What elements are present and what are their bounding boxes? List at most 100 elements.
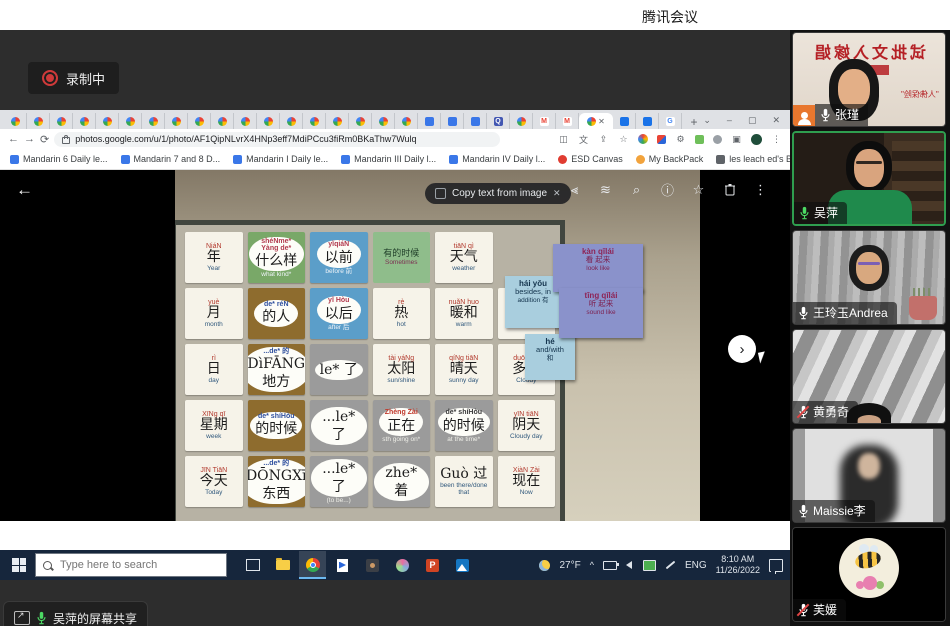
- tab-photos[interactable]: [395, 113, 418, 129]
- participant-tile-wuping[interactable]: 吴萍: [792, 131, 946, 226]
- tab-photos[interactable]: [73, 113, 96, 129]
- bookmark-item[interactable]: ESD Canvas: [558, 154, 623, 164]
- weather-icon[interactable]: [539, 560, 550, 571]
- tab-photos[interactable]: [142, 113, 165, 129]
- minimize-icon[interactable]: –: [727, 115, 732, 126]
- zoom-in-icon[interactable]: ⌕: [629, 182, 644, 197]
- tab-docs[interactable]: [464, 113, 487, 129]
- tab-docs[interactable]: [418, 113, 441, 129]
- bookmark-star-icon[interactable]: ☆: [618, 134, 629, 145]
- tab-photos[interactable]: [257, 113, 280, 129]
- tab-classroom[interactable]: [613, 113, 636, 129]
- bookmark-item[interactable]: Mandarin 6 Daily le...: [10, 154, 108, 164]
- extension-gray-icon[interactable]: [713, 135, 722, 144]
- extension-colorful-icon[interactable]: [638, 134, 648, 144]
- tab-photos[interactable]: [280, 113, 303, 129]
- tab-search-icon[interactable]: ⌄: [703, 115, 711, 126]
- extension-green-icon[interactable]: [695, 135, 704, 144]
- settings-gear-icon[interactable]: ⚙: [675, 134, 686, 145]
- participant-tile-zhang[interactable]: 试批文入嫁娼"人佛保险"张瑾: [792, 32, 946, 127]
- profile-avatar-icon[interactable]: [751, 134, 762, 145]
- bookmark-item[interactable]: Mandarin III Daily l...: [341, 154, 436, 164]
- reload-icon[interactable]: ⟳: [40, 133, 49, 146]
- display-status-icon[interactable]: [643, 560, 656, 571]
- tab-photos[interactable]: [119, 113, 142, 129]
- language-indicator[interactable]: ENG: [685, 560, 707, 571]
- sidepanel-icon[interactable]: ◫: [558, 134, 569, 145]
- tab-photos[interactable]: [303, 113, 326, 129]
- forward-icon[interactable]: →: [24, 133, 35, 145]
- share-icon[interactable]: ⪡: [567, 182, 582, 197]
- photo-back-icon[interactable]: ←: [16, 180, 33, 200]
- tab-photos[interactable]: [510, 113, 533, 129]
- translate-icon[interactable]: 文: [578, 134, 589, 145]
- tab-photos[interactable]: [326, 113, 349, 129]
- bookmark-item[interactable]: Mandarin 7 and 8 D...: [121, 154, 221, 164]
- tab-photos[interactable]: [50, 113, 73, 129]
- tab-photos[interactable]: [372, 113, 395, 129]
- participant-tile-huang[interactable]: 黄勇奇: [792, 329, 946, 424]
- window-controls[interactable]: ⌄ – ▢ ✕: [703, 115, 790, 129]
- more-icon[interactable]: ⋮: [753, 182, 768, 197]
- star-icon[interactable]: ☆: [691, 182, 706, 197]
- tab-close-icon[interactable]: ✕: [598, 117, 605, 126]
- extension-red-blue-icon[interactable]: [657, 135, 666, 144]
- copy-text-from-image-button[interactable]: Copy text from image ✕: [425, 183, 571, 204]
- share-page-icon[interactable]: ⇪: [598, 134, 609, 145]
- tab-photos[interactable]: [349, 113, 372, 129]
- screen-share-banner[interactable]: 吴萍的屏幕共享: [3, 601, 148, 626]
- clock[interactable]: 8:10 AM 11/26/2022: [716, 554, 760, 577]
- tab-quizlet[interactable]: Q: [487, 113, 510, 129]
- taskbar-search[interactable]: [35, 553, 227, 577]
- tab-active[interactable]: ✕: [579, 113, 613, 129]
- start-button[interactable]: [12, 558, 26, 572]
- address-field[interactable]: photos.google.com/u/1/photo/AF1QipNLvrX4…: [54, 132, 500, 147]
- maximize-icon[interactable]: ▢: [748, 115, 757, 126]
- tab-photos[interactable]: [96, 113, 119, 129]
- tab-photos[interactable]: [27, 113, 50, 129]
- back-icon[interactable]: ←: [8, 133, 19, 145]
- delete-icon[interactable]: [722, 182, 737, 197]
- taskbar-app-doc[interactable]: [329, 551, 356, 579]
- tab-gmail[interactable]: M: [556, 113, 579, 129]
- hidden-icons-caret[interactable]: ^: [590, 560, 594, 570]
- speaker-icon[interactable]: [626, 561, 632, 569]
- bookmark-item[interactable]: My BackPack: [636, 154, 704, 164]
- info-icon[interactable]: ⓘ: [660, 182, 675, 197]
- chrome-menu-icon[interactable]: ⋮: [771, 134, 782, 145]
- bookmark-item[interactable]: Mandarin I Daily le...: [233, 154, 328, 164]
- dismiss-copy-icon[interactable]: ✕: [553, 188, 561, 199]
- pen-icon[interactable]: [666, 561, 676, 570]
- tab-photos[interactable]: [234, 113, 257, 129]
- new-tab-button[interactable]: +: [686, 115, 702, 129]
- participant-tile-maissie[interactable]: Maissie李: [792, 428, 946, 523]
- bookmark-item[interactable]: les leach ed's Blen...: [716, 154, 790, 164]
- tab-photos[interactable]: [211, 113, 234, 129]
- recording-indicator[interactable]: 录制中: [28, 62, 119, 94]
- tab-photos[interactable]: [165, 113, 188, 129]
- battery-icon[interactable]: [603, 561, 617, 570]
- taskbar-app-folder[interactable]: [269, 551, 296, 579]
- extensions-puzzle-icon[interactable]: ▣: [731, 134, 742, 145]
- bookmark-item[interactable]: Mandarin IV Daily l...: [449, 154, 545, 164]
- tab-classroom[interactable]: [636, 113, 659, 129]
- search-input[interactable]: [58, 558, 212, 572]
- tab-photos[interactable]: [188, 113, 211, 129]
- tab-docs[interactable]: [441, 113, 464, 129]
- taskbar-app-ppt[interactable]: P: [419, 551, 446, 579]
- action-center-icon[interactable]: [769, 559, 783, 572]
- tab-google[interactable]: G: [659, 113, 682, 129]
- tab-gmail[interactable]: M: [533, 113, 556, 129]
- taskbar-app-taskview[interactable]: [239, 551, 266, 579]
- tab-photos[interactable]: [4, 113, 27, 129]
- taskbar-app-chrome[interactable]: [299, 551, 326, 579]
- next-photo-button[interactable]: ›: [728, 335, 756, 363]
- close-icon[interactable]: ✕: [772, 115, 780, 126]
- taskbar-app-swirl[interactable]: [389, 551, 416, 579]
- participant-tile-fuyuan[interactable]: 芙媛: [792, 527, 946, 622]
- weather-temp[interactable]: 27°F: [559, 560, 580, 571]
- participant-tile-andrea[interactable]: 王玲玉Andrea: [792, 230, 946, 325]
- tune-icon[interactable]: ≋: [598, 182, 613, 197]
- taskbar-app-dark[interactable]: [359, 551, 386, 579]
- taskbar-app-photos[interactable]: [449, 551, 476, 579]
